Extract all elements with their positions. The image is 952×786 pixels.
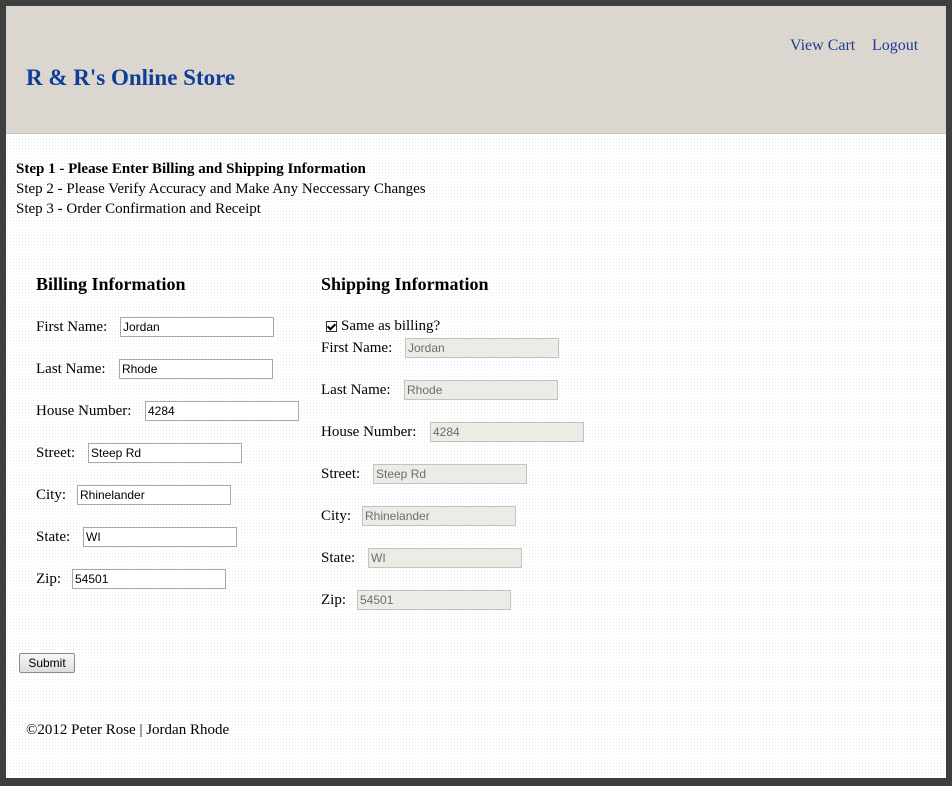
billing-heading: Billing Information (36, 274, 186, 294)
page-frame: R & R's Online Store View Cart Logout St… (6, 6, 946, 778)
billing-city-label: City: (36, 487, 67, 503)
shipping-house-number-label: House Number: (321, 424, 417, 440)
shipping-state-input (368, 548, 522, 568)
billing-state-label: State: (36, 529, 71, 545)
shipping-city-label: City: (321, 508, 352, 524)
step-2: Step 2 - Please Verify Accuracy and Make… (16, 181, 426, 197)
site-header: R & R's Online Store View Cart Logout (6, 6, 946, 134)
shipping-last-name-input (404, 380, 558, 400)
billing-last-name-label: Last Name: (36, 361, 106, 377)
billing-house-number-label: House Number: (36, 403, 132, 419)
shipping-city-input (362, 506, 516, 526)
same-as-billing-checkbox[interactable]: Same as billing? (326, 318, 440, 335)
shipping-first-name-input (405, 338, 559, 358)
shipping-heading: Shipping Information (321, 274, 489, 294)
same-as-billing-label: Same as billing? (341, 318, 441, 334)
billing-last-name-input[interactable] (119, 359, 273, 379)
shipping-first-name-label: First Name: (321, 340, 393, 356)
billing-state-input[interactable] (83, 527, 237, 547)
shipping-state-label: State: (321, 550, 356, 566)
billing-first-name-label: First Name: (36, 319, 108, 335)
billing-zip-label: Zip: (36, 571, 61, 587)
shipping-zip-label: Zip: (321, 592, 346, 608)
billing-city-input[interactable] (77, 485, 231, 505)
shipping-street-input (373, 464, 527, 484)
logout-link[interactable]: Logout (872, 37, 918, 55)
shipping-street-label: Street: (321, 466, 361, 482)
shipping-house-number-input (430, 422, 584, 442)
view-cart-link[interactable]: View Cart (790, 37, 855, 55)
billing-first-name-input[interactable] (120, 317, 274, 337)
step-3: Step 3 - Order Confirmation and Receipt (16, 201, 261, 217)
submit-button[interactable]: Submit (19, 653, 75, 673)
footer-copyright: ©2012 Peter Rose | Jordan Rhode (26, 722, 230, 738)
checkbox-checked-icon[interactable] (326, 321, 337, 332)
shipping-zip-input (357, 590, 511, 610)
checkout-steps: Step 1 - Please Enter Billing and Shippi… (16, 159, 426, 219)
shipping-last-name-label: Last Name: (321, 382, 391, 398)
site-title: R & R's Online Store (26, 65, 236, 90)
billing-house-number-input[interactable] (145, 401, 299, 421)
billing-street-label: Street: (36, 445, 76, 461)
billing-zip-input[interactable] (72, 569, 226, 589)
step-1: Step 1 - Please Enter Billing and Shippi… (16, 161, 366, 177)
billing-street-input[interactable] (88, 443, 242, 463)
